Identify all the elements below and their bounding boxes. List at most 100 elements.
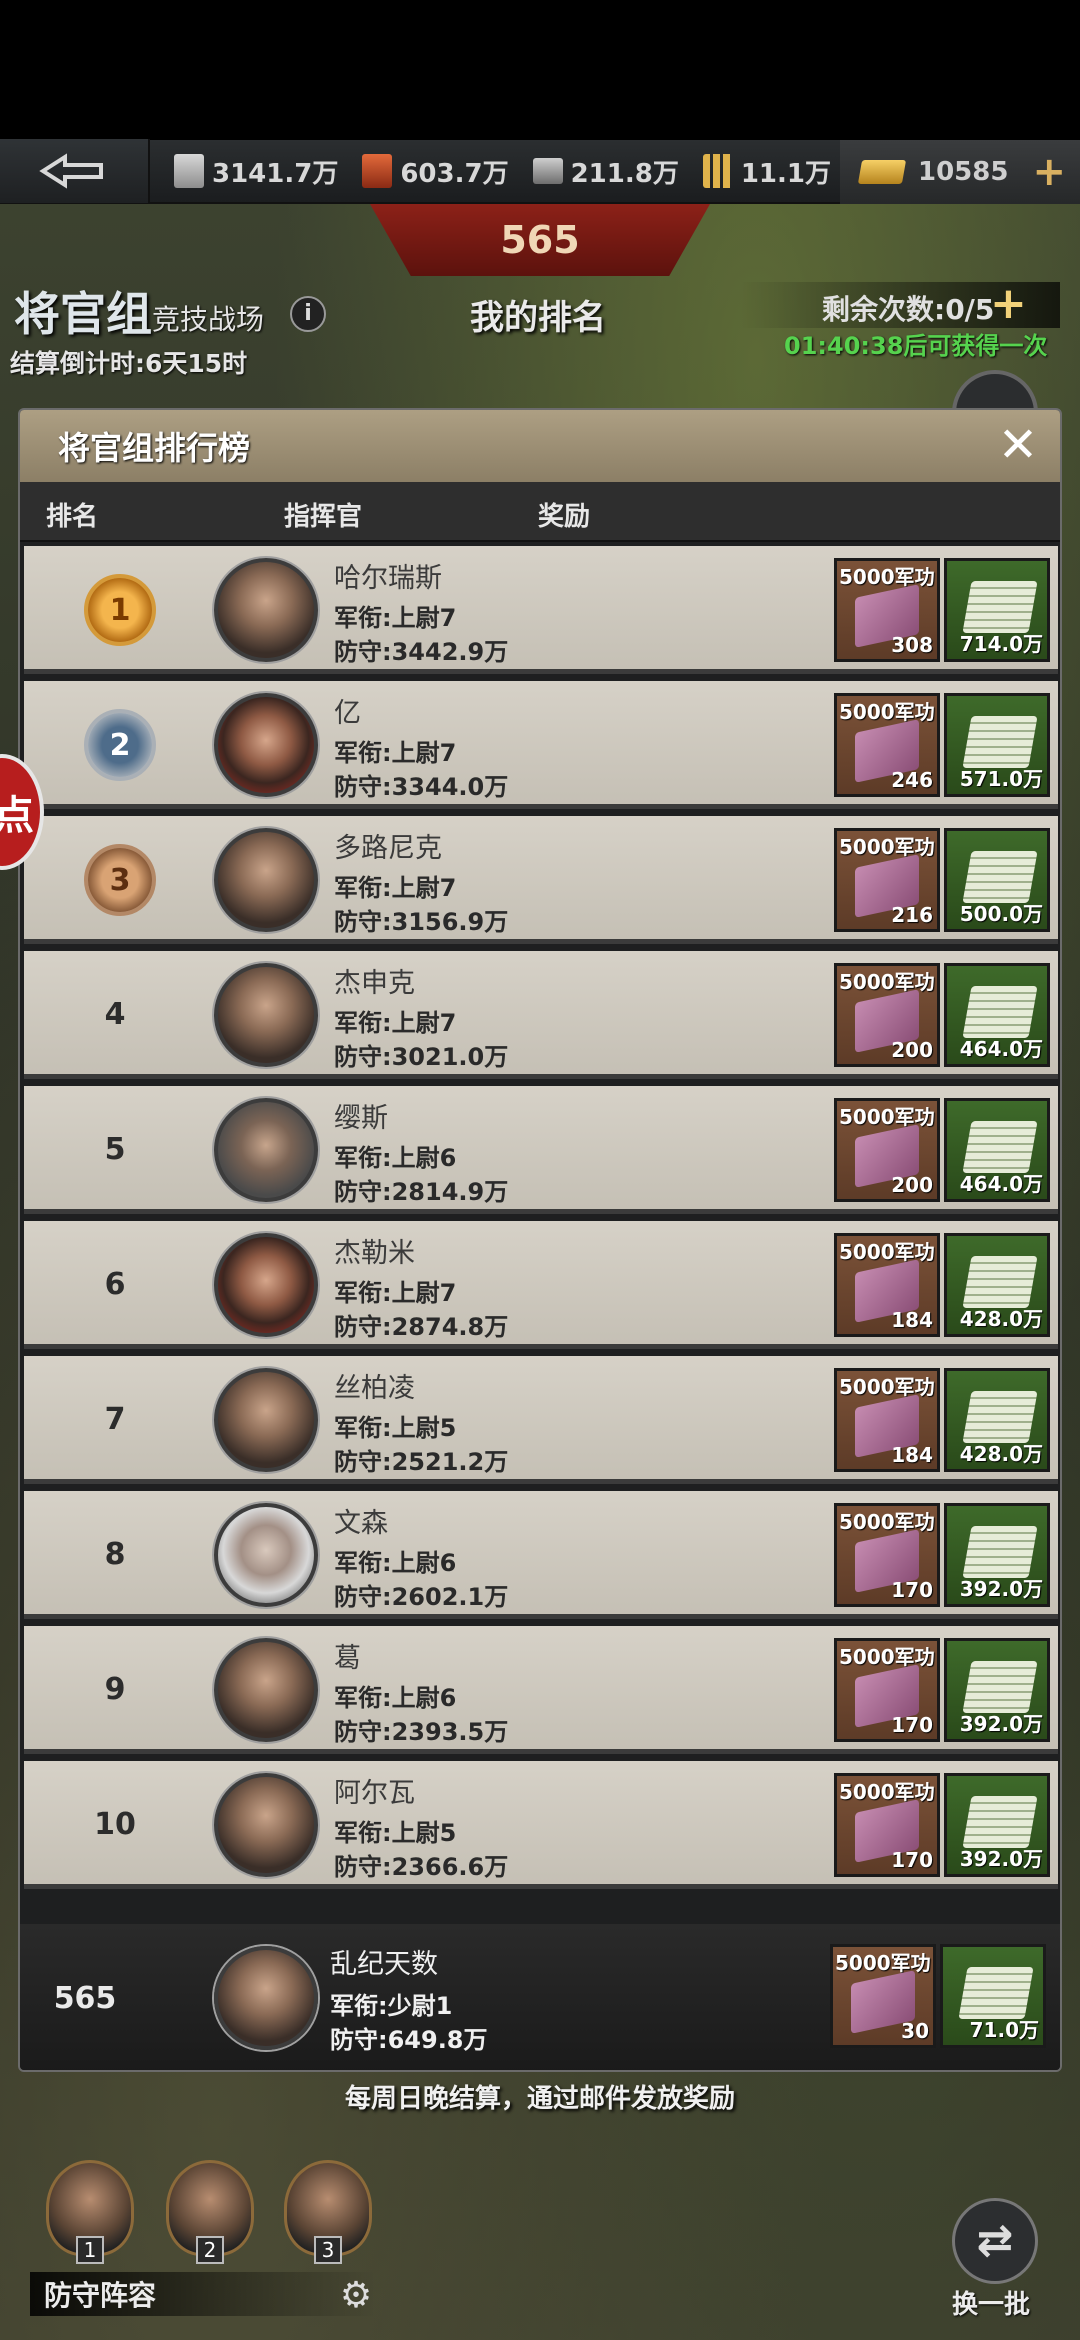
merit-book-reward[interactable]: 5000军功 200	[834, 963, 940, 1067]
my-name: 乱纪天数	[330, 1949, 438, 1980]
cash-stack-icon	[962, 1796, 1038, 1848]
add-attempts-button[interactable]: +	[990, 278, 1027, 329]
merit-book-reward[interactable]: 5000军功 200	[834, 1098, 940, 1202]
merit-book-label: 5000军功	[839, 970, 935, 994]
merit-book-count: 170	[891, 1578, 933, 1602]
close-button[interactable]: ✕	[992, 420, 1044, 472]
cash-reward[interactable]: 392.0万	[944, 1503, 1050, 1607]
cash-reward[interactable]: 464.0万	[944, 963, 1050, 1067]
leaderboard-row[interactable]: 5 缨斯 军衔:上尉6 防守:2814.9万 5000军功 200 464.0万	[24, 1086, 1058, 1214]
commander-avatar[interactable]	[214, 828, 318, 932]
cash-reward[interactable]: 464.0万	[944, 1098, 1050, 1202]
commander-avatar[interactable]	[214, 963, 318, 1067]
commander-military-rank: 军衔:上尉5	[334, 1819, 457, 1847]
commander-avatar[interactable]	[214, 1368, 318, 1472]
commander-name: 丝柏凌	[334, 1373, 415, 1404]
commander-avatar[interactable]	[214, 1638, 318, 1742]
side-badge-label: 点	[0, 793, 34, 839]
merit-book-count: 246	[891, 768, 933, 792]
rank-number: 10	[94, 1807, 136, 1842]
swap-label: 换一批	[952, 2290, 1031, 2320]
commander-avatar[interactable]	[214, 558, 318, 662]
cash-reward[interactable]: 714.0万	[944, 558, 1050, 662]
merit-book-label: 5000军功	[839, 1105, 935, 1129]
merit-book-count: 30	[901, 2019, 929, 2043]
steel-resource: 211.8万	[532, 153, 679, 190]
my-defense: 防守:649.8万	[330, 2026, 488, 2054]
cash-reward[interactable]: 71.0万	[940, 1944, 1046, 2048]
cash-reward[interactable]: 428.0万	[944, 1233, 1050, 1337]
back-button[interactable]	[0, 139, 150, 203]
gear-icon[interactable]: ⚙	[336, 2276, 376, 2316]
info-icon[interactable]: i	[290, 296, 326, 332]
cash-reward[interactable]: 428.0万	[944, 1368, 1050, 1472]
commander-name: 杰申克	[334, 968, 415, 999]
leaderboard-row[interactable]: 3 多路尼克 军衔:上尉7 防守:3156.9万 5000军功 216 500.0万	[24, 816, 1058, 944]
leaderboard-row[interactable]: 10 阿尔瓦 军衔:上尉5 防守:2366.6万 5000军功 170 392.0万	[24, 1761, 1058, 1889]
rank-number: 4	[104, 997, 126, 1032]
merit-book-label: 5000军功	[839, 565, 935, 589]
commander-avatar[interactable]	[214, 1098, 318, 1202]
merit-book-reward[interactable]: 5000军功 170	[834, 1638, 940, 1742]
merit-book-reward[interactable]: 5000军功 216	[834, 828, 940, 932]
commander-avatar[interactable]	[214, 1233, 318, 1337]
cash-reward-amount: 428.0万	[959, 1442, 1043, 1466]
rank-medal-icon: 3	[84, 844, 156, 916]
merit-book-reward[interactable]: 5000军功 184	[834, 1233, 940, 1337]
my-rank-number: 565	[53, 1981, 117, 2016]
rank-banner-value: 565	[500, 218, 580, 262]
my-military-rank: 军衔:少尉1	[330, 1992, 453, 2020]
merit-book-reward[interactable]: 5000军功 170	[834, 1503, 940, 1607]
cash-reward-amount: 464.0万	[959, 1037, 1043, 1061]
cash-reward[interactable]: 500.0万	[944, 828, 1050, 932]
oil-resource: 603.7万	[362, 153, 509, 190]
merit-book-reward[interactable]: 5000军功 30	[830, 1944, 936, 2048]
commander-name: 亿	[334, 698, 361, 729]
leaderboard-row[interactable]: 2 亿军衔:上尉7 防守:3344.0万 5000军功 246 571.0万	[24, 681, 1058, 809]
add-gold-icon[interactable]: +	[1032, 149, 1066, 195]
cash-reward-amount: 500.0万	[959, 902, 1043, 926]
leaderboard-row[interactable]: 8 文森 军衔:上尉6 防守:2602.1万 5000军功 170 392.0万	[24, 1491, 1058, 1619]
merit-book-reward[interactable]: 5000军功 184	[834, 1368, 940, 1472]
swap-button[interactable]: ⇄	[952, 2198, 1038, 2284]
commander-avatar[interactable]	[214, 1503, 318, 1607]
merit-book-count: 200	[891, 1038, 933, 1062]
gold-resource[interactable]: 10585 +	[840, 140, 1080, 204]
commander-name: 多路尼克	[334, 833, 442, 864]
commander-name: 哈尔瑞斯	[334, 563, 442, 594]
remaining-attempts: 剩余次数:0/5	[822, 293, 995, 326]
leaderboard-row[interactable]: 4 杰申克军衔:上尉7 防守:3021.0万 5000军功 200 464.0万	[24, 951, 1058, 1079]
leaderboard-row[interactable]: 1 哈尔瑞斯 军衔:上尉7 防守:3442.9万 5000军功 308 714.0万	[24, 546, 1058, 674]
leaderboard-row[interactable]: 9 葛军衔:上尉6 防守:2393.5万 5000军功 170 392.0万	[24, 1626, 1058, 1754]
cash-reward-amount: 464.0万	[959, 1172, 1043, 1196]
cash-resource: 3141.7万	[174, 153, 338, 190]
rank-number: 3	[109, 862, 131, 898]
commander-name: 杰勒米	[334, 1238, 415, 1269]
cash-reward[interactable]: 571.0万	[944, 693, 1050, 797]
cash-reward-amount: 392.0万	[959, 1847, 1043, 1871]
commander-defense: 防守:2602.1万	[334, 1583, 509, 1611]
my-rank-row[interactable]: 565 乱纪天数 军衔:少尉1 防守:649.8万 5000军功 30 71.0…	[20, 1924, 1060, 2070]
my-avatar[interactable]	[214, 1946, 318, 2050]
cash-reward[interactable]: 392.0万	[944, 1638, 1050, 1742]
commander-avatar[interactable]	[214, 693, 318, 797]
cash-stack-icon	[962, 851, 1038, 903]
merit-book-reward[interactable]: 5000军功 246	[834, 693, 940, 797]
merit-book-reward[interactable]: 5000军功 170	[834, 1773, 940, 1877]
merit-book-count: 308	[891, 633, 933, 657]
leaderboard-row[interactable]: 7 丝柏凌 军衔:上尉5 防守:2521.2万 5000军功 184 428.0万	[24, 1356, 1058, 1484]
merit-book-reward[interactable]: 5000军功 308	[834, 558, 940, 662]
commander-avatar[interactable]	[214, 1773, 318, 1877]
defense-lineup-bar[interactable]: 防守阵容	[30, 2272, 376, 2316]
cash-stack-icon	[962, 716, 1038, 768]
steel-icon	[532, 158, 563, 184]
cash-reward[interactable]: 392.0万	[944, 1773, 1050, 1877]
commander-defense: 防守:3021.0万	[334, 1043, 509, 1071]
cash-value: 3141.7万	[212, 158, 339, 189]
commander-military-rank: 军衔:上尉6	[334, 1144, 457, 1172]
back-arrow-icon	[39, 153, 103, 189]
commander-military-rank: 军衔:上尉7	[334, 1009, 457, 1037]
commander-military-rank: 军衔:上尉6	[334, 1684, 457, 1712]
lineup-slot-number: 2	[196, 2236, 224, 2264]
leaderboard-row[interactable]: 6 杰勒米 军衔:上尉7 防守:2874.8万 5000军功 184 428.0万	[24, 1221, 1058, 1349]
